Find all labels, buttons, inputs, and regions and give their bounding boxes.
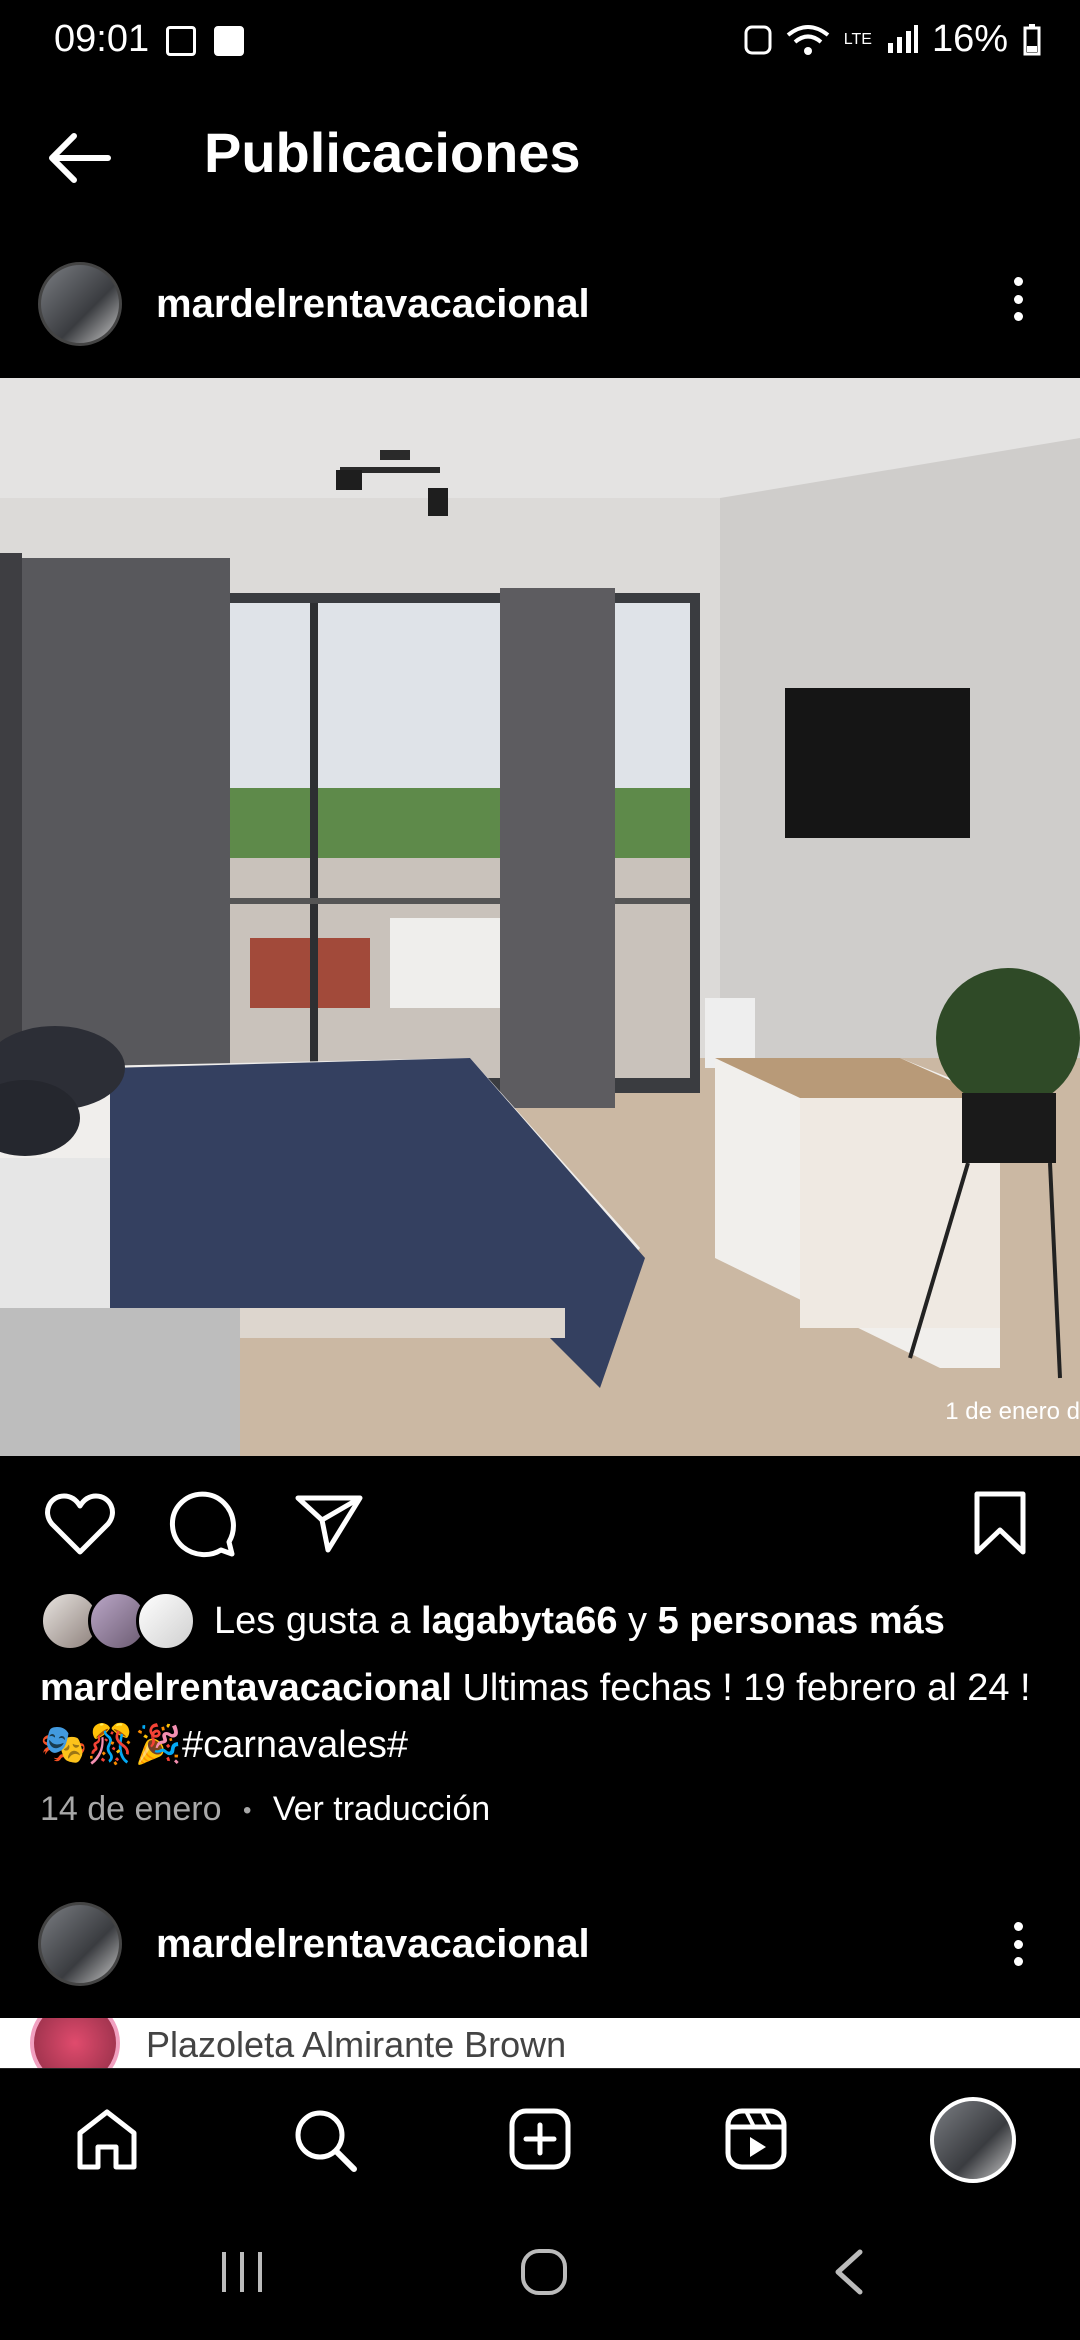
avatar: [38, 262, 122, 346]
avatar: [930, 2097, 1016, 2183]
nav-profile[interactable]: [930, 2097, 1016, 2183]
more-vertical-icon: [1013, 277, 1023, 286]
plus-square-icon: [509, 2108, 571, 2170]
likes-joiner: y: [617, 1599, 658, 1642]
status-bar: 09:01 LTE 16%: [0, 0, 1080, 80]
post-meta: 14 de enero • Ver traducción: [40, 1790, 490, 1829]
post-caption: mardelrentavacacional Ultimas fechas ! 1…: [40, 1660, 1040, 1774]
likes-prefix: Les gusta a: [214, 1599, 422, 1642]
system-nav-bar: [0, 2208, 1080, 2340]
post-username[interactable]: mardelrentavacacional: [156, 282, 590, 327]
caption-username[interactable]: mardelrentavacacional: [40, 1667, 452, 1709]
arrow-left-icon: [49, 133, 111, 183]
peek-location: Plazoleta Almirante Brown: [146, 2024, 567, 2065]
nav-search[interactable]: [292, 2107, 358, 2178]
status-right: LTE 16%: [744, 18, 1042, 61]
likes-row[interactable]: Les gusta a lagabyta66 y 5 personas más: [40, 1590, 945, 1652]
status-time: 09:01: [54, 18, 150, 60]
network-type: LTE: [843, 30, 872, 48]
sync-icon: [744, 25, 772, 54]
post-image[interactable]: 1 de enero d: [0, 378, 1080, 1456]
save-button[interactable]: [972, 1490, 1028, 1561]
recent-apps-icon: [222, 2252, 262, 2292]
comment-button[interactable]: [168, 1490, 238, 1565]
next-post-avatar[interactable]: [38, 1902, 122, 1986]
post-date: 14 de enero: [40, 1790, 222, 1828]
liker-username[interactable]: lagabyta66: [421, 1600, 617, 1643]
signal-icon: [887, 24, 918, 53]
back-system-button[interactable]: [830, 2248, 870, 2301]
avatar: [30, 2018, 120, 2068]
battery-icon: [1023, 23, 1041, 55]
app-header: Publicaciones: [0, 110, 1080, 200]
back-button[interactable]: [44, 128, 114, 188]
like-button[interactable]: [44, 1492, 116, 1561]
reels-icon: [725, 2108, 787, 2170]
more-vertical-icon: [1013, 1922, 1023, 1931]
post-avatar[interactable]: [38, 262, 122, 346]
home-icon: [77, 2109, 137, 2170]
post-more-button[interactable]: [1010, 277, 1026, 321]
share-button[interactable]: [294, 1492, 364, 1559]
comment-icon: [170, 1491, 236, 1557]
next-post-username[interactable]: mardelrentavacacional: [156, 1922, 590, 1967]
bottom-nav: [0, 2068, 1080, 2209]
calendar-icon: [166, 26, 196, 61]
next-post-more-button[interactable]: [1010, 1922, 1026, 1966]
meta-separator: •: [242, 1797, 252, 1825]
wifi-icon: [786, 24, 830, 55]
send-icon: [295, 1495, 363, 1553]
avatar: [38, 1902, 122, 1986]
nav-create[interactable]: [508, 2107, 572, 2176]
chevron-left-icon: [835, 2249, 863, 2295]
liker-avatars: [40, 1591, 196, 1651]
nav-reels[interactable]: [724, 2107, 788, 2176]
nav-home[interactable]: [74, 2107, 140, 2176]
page-title: Publicaciones: [204, 121, 581, 184]
next-post-peek[interactable]: Plazoleta Almirante Brown: [0, 2018, 1080, 2068]
heart-icon: [45, 1493, 115, 1555]
photo-date-overlay: 1 de enero d: [945, 1398, 1080, 1425]
recent-apps-button[interactable]: [218, 2250, 268, 2299]
translate-link[interactable]: Ver traducción: [273, 1790, 490, 1828]
bedroom-photo: [0, 378, 1080, 1456]
bookmark-icon: [974, 1491, 1026, 1555]
home-circle-icon: [521, 2249, 567, 2295]
battery-percent: 16%: [931, 18, 1008, 60]
search-icon: [295, 2110, 357, 2172]
checkbox-notification-icon: [214, 26, 244, 61]
likes-others[interactable]: 5 personas más: [658, 1600, 945, 1643]
avatar: [136, 1591, 196, 1651]
home-system-button[interactable]: [520, 2248, 568, 2301]
